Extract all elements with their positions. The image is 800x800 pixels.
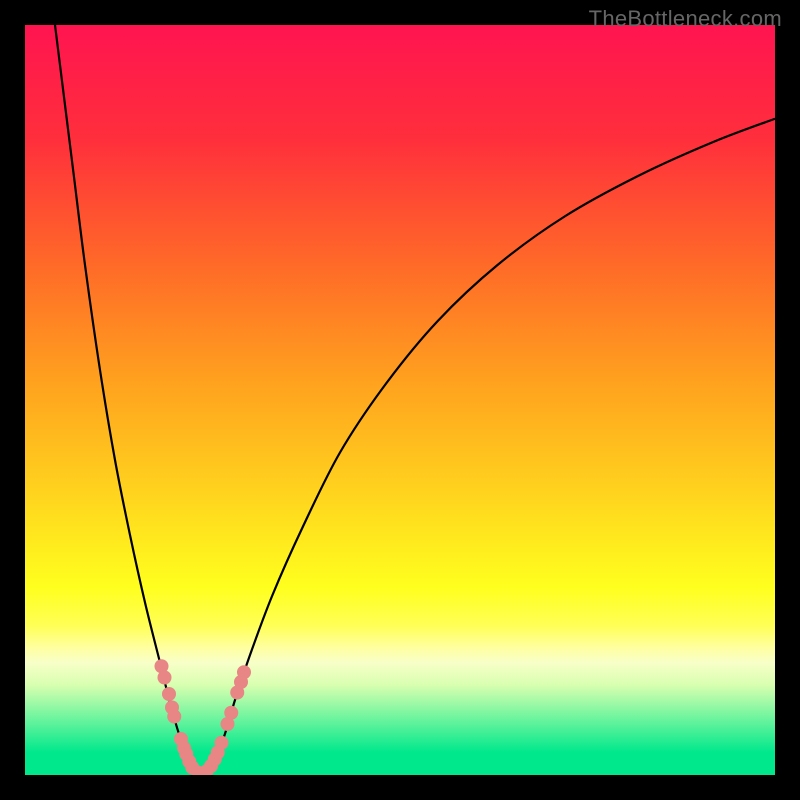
scatter-marker bbox=[167, 710, 181, 724]
chart-curve bbox=[25, 25, 775, 775]
watermark-text: TheBottleneck.com bbox=[589, 6, 782, 32]
scatter-marker bbox=[237, 665, 251, 679]
plot-area bbox=[25, 25, 775, 775]
scatter-marker bbox=[215, 736, 229, 750]
scatter-marker bbox=[162, 687, 176, 701]
scatter-marker bbox=[224, 706, 238, 720]
scatter-marker bbox=[158, 671, 172, 685]
chart-container: TheBottleneck.com bbox=[0, 0, 800, 800]
